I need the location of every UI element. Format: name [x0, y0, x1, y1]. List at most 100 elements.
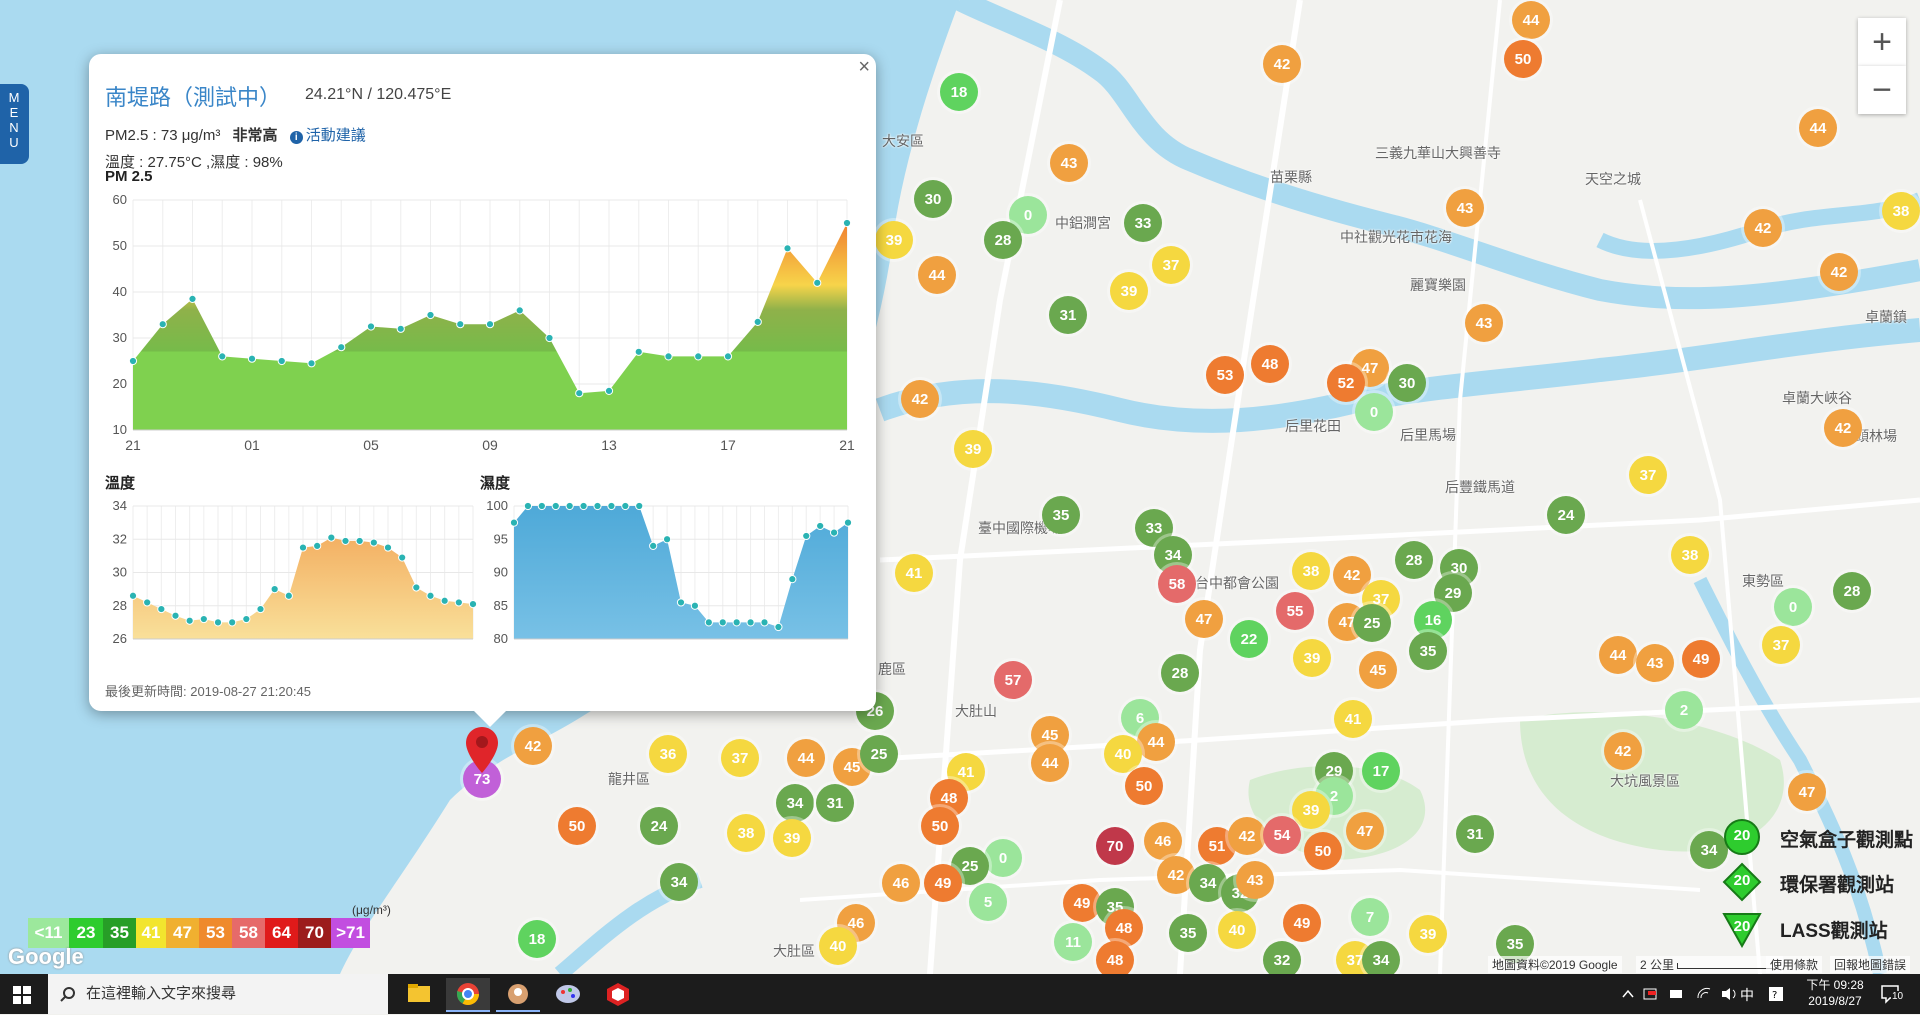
air-box-marker[interactable]: 38 — [1671, 536, 1709, 574]
air-box-marker[interactable]: 54 — [1263, 816, 1301, 854]
air-box-marker[interactable]: 25 — [1353, 604, 1391, 642]
menu-tab[interactable]: MENU — [0, 84, 29, 164]
air-box-marker[interactable]: 55 — [1276, 592, 1314, 630]
air-box-marker[interactable]: 5 — [969, 883, 1007, 921]
air-box-marker[interactable]: 58 — [1158, 565, 1196, 603]
air-box-marker[interactable]: 57 — [994, 661, 1032, 699]
air-box-marker[interactable]: 37 — [1629, 456, 1667, 494]
air-box-marker[interactable]: 43 — [1446, 189, 1484, 227]
air-box-marker[interactable]: 46 — [882, 864, 920, 902]
air-box-marker[interactable]: 32 — [1263, 941, 1301, 974]
air-box-marker[interactable]: 52 — [1327, 364, 1365, 402]
air-box-marker[interactable]: 17 — [1362, 752, 1400, 790]
taskbar-search-box[interactable]: 在這裡輸入文字來搜尋 — [48, 974, 388, 1014]
input-method-icon[interactable]: ? — [1768, 986, 1784, 1002]
air-box-marker[interactable]: 48 — [1096, 941, 1134, 974]
file-explorer-icon[interactable] — [396, 978, 440, 1010]
sketchup-icon[interactable] — [596, 978, 640, 1010]
air-box-marker[interactable]: 44 — [1137, 723, 1175, 761]
air-box-marker[interactable]: 11 — [1054, 923, 1092, 961]
close-icon[interactable]: × — [858, 56, 870, 79]
air-box-marker[interactable]: 34 — [776, 784, 814, 822]
air-box-marker[interactable]: 7 — [1351, 898, 1389, 936]
air-box-marker[interactable]: 42 — [1263, 45, 1301, 83]
air-box-marker[interactable]: 50 — [1304, 832, 1342, 870]
air-box-marker[interactable]: 39 — [875, 221, 913, 259]
zoom-out-button[interactable]: − — [1858, 66, 1906, 114]
air-box-marker[interactable]: 43 — [1236, 861, 1274, 899]
report-map-error-link[interactable]: 回報地圖錯誤 — [1830, 956, 1911, 973]
air-box-marker[interactable]: 42 — [1820, 253, 1858, 291]
air-box-marker[interactable]: 44 — [1512, 1, 1550, 39]
air-box-marker[interactable]: 44 — [787, 739, 825, 777]
paint-icon[interactable] — [546, 978, 590, 1010]
air-box-marker[interactable]: 36 — [649, 735, 687, 773]
air-box-marker[interactable]: 42 — [901, 380, 939, 418]
air-box-marker[interactable]: 18 — [518, 920, 556, 958]
system-tray-icons[interactable] — [1620, 986, 1790, 1002]
air-box-marker[interactable]: 40 — [1218, 911, 1256, 949]
air-box-marker[interactable]: 44 — [1031, 744, 1069, 782]
air-box-marker[interactable]: 43 — [1636, 644, 1674, 682]
air-box-marker[interactable]: 42 — [1228, 817, 1266, 855]
air-box-marker[interactable]: 28 — [1395, 541, 1433, 579]
air-box-marker[interactable]: 49 — [924, 864, 962, 902]
air-box-marker[interactable]: 42 — [1744, 209, 1782, 247]
air-box-marker[interactable]: 50 — [921, 807, 959, 845]
air-box-marker[interactable]: 47 — [1346, 812, 1384, 850]
air-box-marker[interactable]: 46 — [1144, 822, 1182, 860]
air-box-marker[interactable]: 31 — [1049, 296, 1087, 334]
air-box-marker[interactable]: 41 — [1334, 700, 1372, 738]
air-box-marker[interactable]: 0 — [984, 839, 1022, 877]
windows-start-icon[interactable] — [13, 986, 31, 1004]
taskbar-clock[interactable]: 下午 09:28 2019/8/27 — [1800, 977, 1870, 1009]
air-box-marker[interactable]: 47 — [1185, 600, 1223, 638]
air-box-marker[interactable]: 37 — [1152, 246, 1190, 284]
air-box-marker[interactable]: 70 — [1096, 827, 1134, 865]
air-box-marker[interactable]: 53 — [1206, 356, 1244, 394]
air-box-marker[interactable]: 38 — [727, 814, 765, 852]
activity-advice-link[interactable]: i 活動建議 — [289, 127, 366, 144]
air-box-marker[interactable]: 49 — [1682, 640, 1720, 678]
air-box-marker[interactable]: 45 — [1359, 651, 1397, 689]
air-box-marker[interactable]: 37 — [721, 739, 759, 777]
air-box-marker[interactable]: 44 — [1599, 636, 1637, 674]
air-box-marker[interactable]: 30 — [914, 180, 952, 218]
air-box-marker[interactable]: 28 — [984, 221, 1022, 259]
air-box-marker[interactable]: 42 — [1604, 732, 1642, 770]
air-box-marker[interactable]: 43 — [1050, 144, 1088, 182]
selected-location-pin-icon[interactable] — [466, 727, 498, 773]
app-icon[interactable] — [496, 978, 540, 1012]
air-box-marker[interactable]: 40 — [819, 927, 857, 965]
air-box-marker[interactable]: 42 — [514, 727, 552, 765]
air-box-marker[interactable]: 31 — [816, 784, 854, 822]
air-box-marker[interactable]: 38 — [1882, 192, 1920, 230]
air-box-marker[interactable]: 44 — [918, 256, 956, 294]
air-box-marker[interactable]: 0 — [1355, 393, 1393, 431]
terms-link[interactable]: 使用條款 — [1766, 956, 1823, 973]
air-box-marker[interactable]: 39 — [1293, 639, 1331, 677]
air-box-marker[interactable]: 35 — [1409, 632, 1447, 670]
chrome-icon[interactable] — [446, 978, 490, 1012]
air-box-marker[interactable]: 39 — [773, 819, 811, 857]
air-box-marker[interactable]: 24 — [640, 807, 678, 845]
air-box-marker[interactable]: 34 — [660, 863, 698, 901]
air-box-marker[interactable]: 39 — [954, 430, 992, 468]
air-box-marker[interactable]: 33 — [1124, 204, 1162, 242]
air-box-marker[interactable]: 0 — [1774, 588, 1812, 626]
air-box-marker[interactable]: 18 — [940, 73, 978, 111]
air-box-marker[interactable]: 41 — [895, 554, 933, 592]
air-box-marker[interactable]: 50 — [558, 807, 596, 845]
air-box-marker[interactable]: 25 — [860, 735, 898, 773]
air-box-marker[interactable]: 43 — [1465, 304, 1503, 342]
air-box-marker[interactable]: 30 — [1388, 364, 1426, 402]
air-box-marker[interactable]: 37 — [1762, 626, 1800, 664]
air-box-marker[interactable]: 47 — [1788, 773, 1826, 811]
air-box-marker[interactable]: 28 — [1161, 654, 1199, 692]
air-box-marker[interactable]: 34 — [1362, 941, 1400, 974]
air-box-marker[interactable]: 44 — [1799, 109, 1837, 147]
zoom-in-button[interactable]: + — [1858, 18, 1906, 66]
air-box-marker[interactable]: 38 — [1292, 552, 1330, 590]
air-box-marker[interactable]: 35 — [1042, 496, 1080, 534]
air-box-marker[interactable]: 50 — [1504, 40, 1542, 78]
